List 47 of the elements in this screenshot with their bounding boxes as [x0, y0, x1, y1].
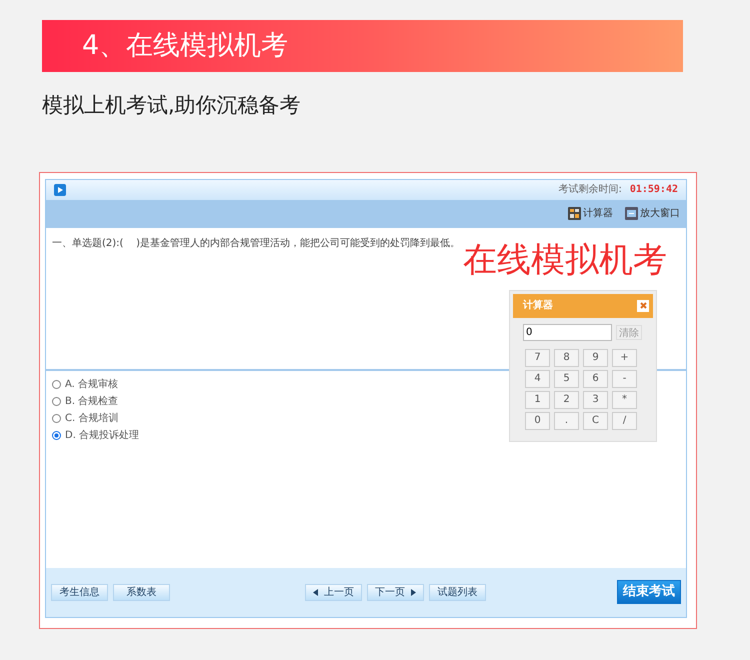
calculator-key[interactable]: 3 [583, 390, 608, 408]
calculator-key[interactable]: - [612, 370, 637, 388]
time-value: 01:59:42 [630, 183, 678, 197]
close-icon [640, 302, 646, 309]
footer-button[interactable]: 试题列表 [429, 584, 486, 600]
calculator-key[interactable]: 7 [525, 348, 550, 366]
calculator-key[interactable]: 9 [583, 348, 608, 366]
footer-button[interactable]: 上一页 [305, 584, 362, 600]
calculator-key[interactable]: C [583, 412, 608, 430]
option-label[interactable]: A. 合规审核 [65, 376, 118, 392]
calculator-title: 计算器 [523, 298, 553, 313]
calculator-key[interactable]: 0 [525, 412, 550, 430]
calculator-key[interactable]: + [612, 348, 637, 366]
calculator-icon [568, 207, 581, 220]
radio-button[interactable] [52, 430, 61, 440]
radio-button[interactable] [52, 380, 61, 388]
calculator-key[interactable]: 4 [525, 370, 550, 388]
footer-button[interactable]: 下一页 [367, 584, 424, 600]
calculator-key[interactable]: 2 [554, 390, 579, 408]
toolbar-button[interactable]: 放大窗口 [625, 206, 680, 221]
calculator-key[interactable]: 8 [554, 348, 579, 366]
footer-button[interactable]: 考生信息 [51, 584, 108, 600]
option-label[interactable]: B. 合规检查 [65, 394, 118, 408]
option-label[interactable]: C. 合规培训 [65, 410, 118, 426]
calculator-key[interactable]: 5 [554, 370, 579, 388]
banner-title: 4、在线模拟机考 [82, 28, 288, 63]
toolbar-button[interactable]: 计算器 [568, 206, 613, 221]
radio-button[interactable] [52, 414, 61, 422]
calculator-key[interactable]: . [554, 412, 579, 430]
radio-button[interactable] [52, 396, 61, 406]
window-icon [625, 207, 638, 220]
footer-button[interactable]: 结束考试 [617, 580, 681, 604]
right-triangle-icon [411, 588, 416, 596]
app-icon [54, 184, 66, 196]
left-triangle-icon [313, 588, 318, 596]
option-label[interactable]: D. 合规投诉处理 [65, 428, 140, 442]
calculator-key[interactable]: * [612, 390, 637, 408]
close-button[interactable] [637, 300, 649, 312]
overlay-caption: 在线模拟机考 [463, 238, 667, 282]
time-label: 考试剩余时间: [558, 182, 622, 197]
calculator-key[interactable]: 6 [583, 370, 608, 388]
calculator-key[interactable]: / [612, 412, 637, 430]
calculator-display[interactable]: 0 [523, 324, 612, 340]
footer-button[interactable]: 系数表 [113, 584, 170, 600]
subtitle: 模拟上机考试,助你沉稳备考 [42, 92, 302, 119]
question-text: 一、单选题(2):( )是基金管理人的内部合规管理活动，能把公司可能受到的处罚降到最低。 [52, 236, 462, 250]
calculator-key[interactable]: 1 [525, 390, 550, 408]
